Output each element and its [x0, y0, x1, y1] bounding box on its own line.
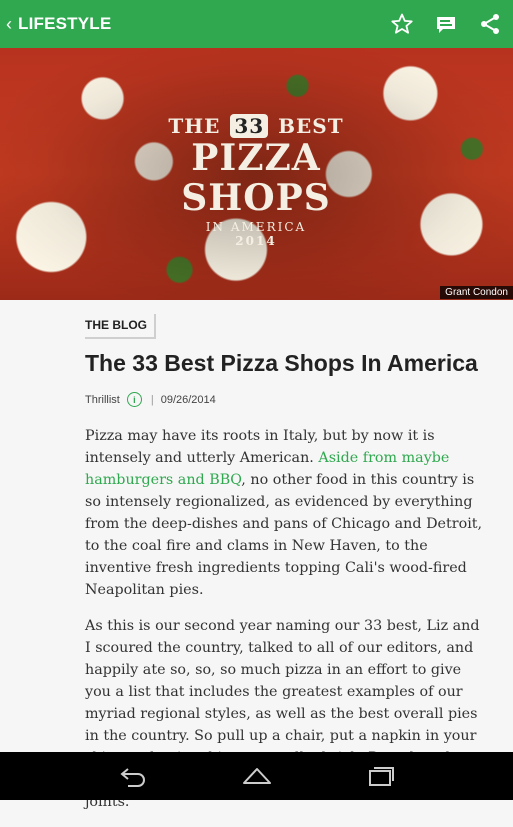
pizza-shops-logo: THE 33 BEST PIZZA SHOPS IN AMERICA 2014	[128, 114, 384, 248]
app-bar-actions	[389, 0, 503, 48]
article-meta: Thrillist i | 09/26/2014	[85, 392, 485, 407]
app-bar: ‹ LIFESTYLE	[0, 0, 513, 48]
logo-sub: IN AMERICA	[205, 220, 307, 234]
info-icon[interactable]: i	[126, 392, 142, 407]
system-nav-bar	[0, 752, 513, 800]
share-icon[interactable]	[477, 11, 503, 37]
paragraph-1: Pizza may have its roots in Italy, but b…	[85, 425, 485, 601]
section-title[interactable]: LIFESTYLE	[18, 14, 111, 34]
photo-credit: Grant Condon	[440, 286, 513, 299]
logo-best: BEST	[278, 114, 344, 138]
article-title: The 33 Best Pizza Shops In America	[85, 350, 478, 376]
home-icon[interactable]	[240, 762, 274, 790]
article: THE BLOG The 33 Best Pizza Shops In Amer…	[85, 300, 485, 827]
star-icon[interactable]	[389, 11, 415, 37]
p1-text-end: , no other food in this country is so in…	[85, 472, 483, 598]
hero-image[interactable]: THE 33 BEST PIZZA SHOPS IN AMERICA 2014	[0, 48, 513, 300]
back-icon[interactable]	[116, 762, 150, 790]
back-chevron-icon[interactable]: ‹	[6, 14, 18, 35]
logo-top-line: THE 33 BEST	[128, 114, 384, 138]
logo-year: 2014	[235, 234, 277, 248]
publish-date: 09/26/2014	[160, 393, 216, 406]
logo-main: PIZZA SHOPS	[181, 137, 331, 219]
comments-icon[interactable]	[433, 11, 459, 37]
logo-the: THE	[168, 114, 221, 138]
blog-tag[interactable]: THE BLOG	[85, 314, 156, 339]
meta-divider: |	[150, 393, 154, 406]
logo-number: 33	[230, 114, 269, 138]
recents-icon[interactable]	[364, 762, 398, 790]
author[interactable]: Thrillist	[85, 394, 120, 406]
